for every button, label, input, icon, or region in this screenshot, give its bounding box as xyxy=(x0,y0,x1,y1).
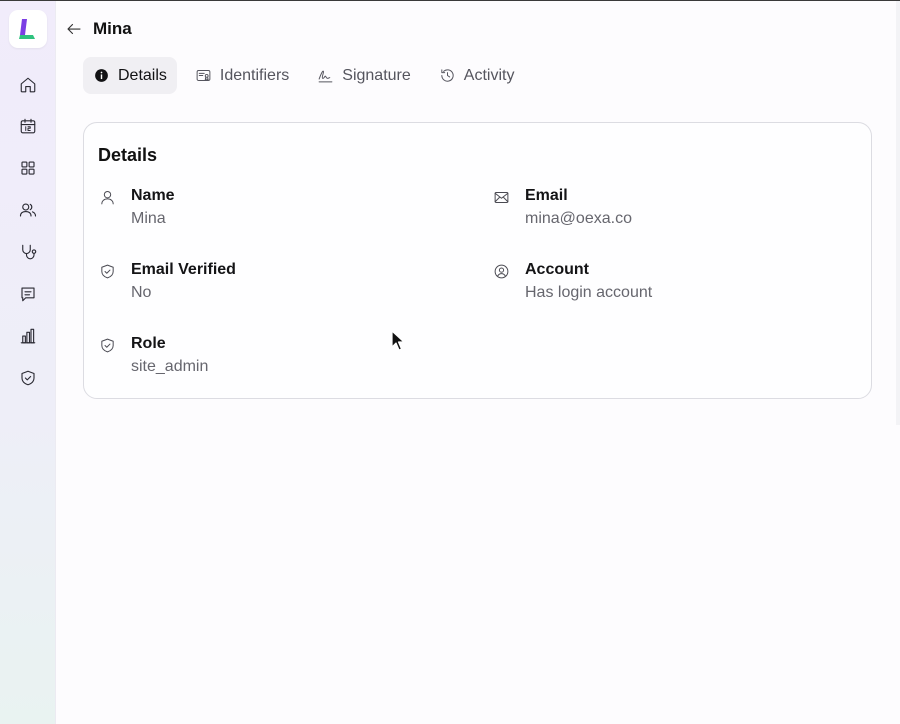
id-card-icon xyxy=(196,70,211,81)
tab-label: Details xyxy=(118,66,167,84)
page-header: Mina xyxy=(64,15,132,43)
field-label: Name xyxy=(131,187,175,204)
tab-label: Signature xyxy=(342,66,411,84)
signature-icon xyxy=(318,70,333,83)
tab-label: Activity xyxy=(463,66,515,84)
scrollbar[interactable] xyxy=(896,1,900,425)
user-circle-icon xyxy=(493,263,511,281)
users-icon xyxy=(19,203,37,217)
sidebar xyxy=(0,1,56,724)
stethoscope-icon xyxy=(22,244,37,260)
sidebar-item-dashboard[interactable] xyxy=(14,154,42,182)
logo-icon xyxy=(19,19,35,39)
calendar-icon xyxy=(20,118,36,134)
info-icon xyxy=(95,69,108,82)
sidebar-item-users[interactable] xyxy=(14,196,42,224)
app-logo[interactable] xyxy=(9,10,47,48)
tab-signature[interactable]: Signature xyxy=(307,57,421,94)
shield-icon xyxy=(21,370,35,386)
message-icon xyxy=(21,287,35,302)
user-icon xyxy=(99,189,117,207)
shield-check-icon xyxy=(99,337,117,355)
field-value: No xyxy=(131,284,152,301)
arrow-left-icon xyxy=(67,23,81,35)
grid-icon xyxy=(21,161,35,175)
field-value: site_admin xyxy=(131,358,209,375)
mouse-cursor-icon xyxy=(391,330,405,351)
sidebar-item-calendar[interactable] xyxy=(14,112,42,140)
tab-identifiers[interactable]: Identifiers xyxy=(185,57,299,94)
sidebar-item-reports[interactable] xyxy=(14,322,42,350)
sidebar-item-messages[interactable] xyxy=(14,280,42,308)
mail-icon xyxy=(493,189,511,207)
tab-label: Identifiers xyxy=(219,66,290,84)
field-value: Mina xyxy=(131,210,166,227)
back-button[interactable] xyxy=(64,19,84,39)
field-label: Role xyxy=(131,335,166,352)
tab-details[interactable]: Details xyxy=(83,57,177,94)
details-card: Details Name Mina Email mina@oexa.co Ema… xyxy=(83,122,872,399)
tab-activity[interactable]: Activity xyxy=(429,57,525,94)
tab-bar: Details Identifiers Signature Activity xyxy=(83,57,532,94)
field-label: Account xyxy=(525,261,589,278)
field-label: Email Verified xyxy=(131,261,236,278)
card-title: Details xyxy=(98,145,158,165)
sidebar-item-home[interactable] xyxy=(14,71,42,99)
shield-check-icon xyxy=(99,263,117,281)
field-value: mina@oexa.co xyxy=(525,210,632,227)
page-title: Mina xyxy=(93,19,132,38)
field-label: Email xyxy=(525,187,568,204)
bar-chart-icon xyxy=(20,328,36,344)
sidebar-item-clinical[interactable] xyxy=(14,238,42,266)
history-icon xyxy=(441,69,454,82)
home-icon xyxy=(20,77,36,93)
field-value: Has login account xyxy=(525,284,653,301)
sidebar-item-security[interactable] xyxy=(14,364,42,392)
